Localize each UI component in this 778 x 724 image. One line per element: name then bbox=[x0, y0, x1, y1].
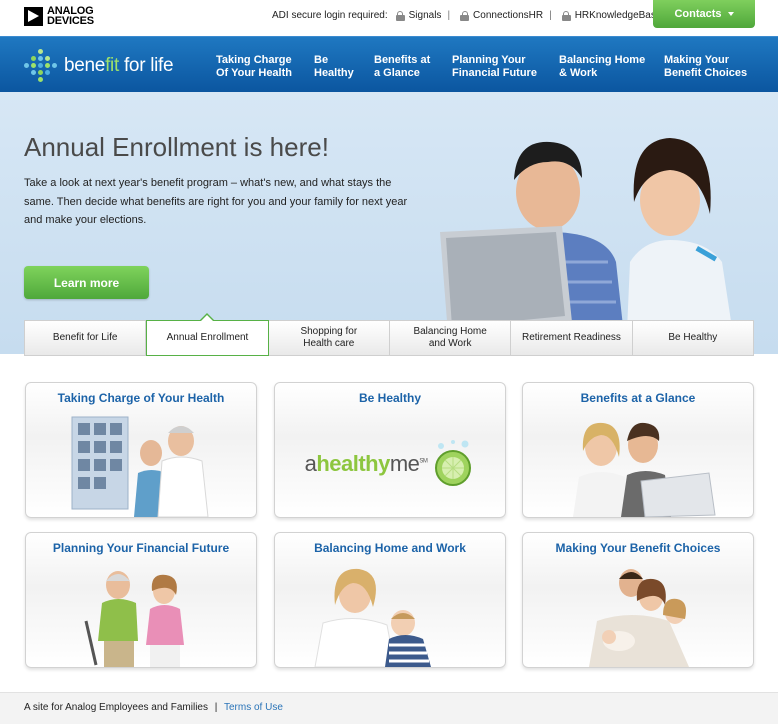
tab-label: Retirement Readiness bbox=[522, 332, 621, 343]
nav-item-line2: Benefit Choices bbox=[664, 67, 748, 79]
card-title: Making Your Benefit Choices bbox=[555, 541, 721, 555]
tab-label: Benefit for Life bbox=[52, 332, 118, 343]
secure-login-links: ADI secure login required: Signals | Con… bbox=[272, 10, 661, 21]
card-making-benefit-choices[interactable]: Making Your Benefit Choices bbox=[522, 532, 754, 668]
golf-couple-photo bbox=[84, 571, 184, 667]
tab-label-line2: Health care bbox=[303, 338, 355, 349]
nav-item-line1: Planning Your bbox=[452, 54, 526, 66]
nav-item-line2: & Work bbox=[559, 67, 598, 79]
card-title: Be Healthy bbox=[358, 391, 422, 405]
nav-item-taking-charge[interactable]: Taking Charge Of Your Health bbox=[216, 37, 314, 93]
cucumber-splash-icon bbox=[435, 440, 472, 486]
card-title: Balancing Home and Work bbox=[314, 541, 466, 555]
tab-benefit-for-life[interactable]: Benefit for Life bbox=[24, 320, 147, 356]
footer-separator: | bbox=[214, 702, 218, 713]
logo-wordmark: ANALOG DEVICES bbox=[47, 6, 94, 27]
dots-logo-icon bbox=[24, 49, 58, 83]
tab-label-line2: and Work bbox=[428, 338, 472, 349]
nav-item-line2: Financial Future bbox=[452, 67, 537, 79]
hero-description: Take a look at next year's benefit progr… bbox=[24, 177, 408, 226]
terms-of-use-link[interactable]: Terms of Use bbox=[224, 702, 283, 713]
hero-banner: Annual Enrollment is here! Take a look a… bbox=[0, 92, 778, 354]
hero-tabs: Benefit for Life Annual Enrollment Shopp… bbox=[24, 313, 754, 356]
secure-login-label: ADI secure login required: bbox=[272, 10, 388, 21]
top-utility-bar: ANALOG DEVICES ADI secure login required… bbox=[0, 0, 778, 36]
learn-more-button[interactable]: Learn more bbox=[24, 266, 149, 299]
a-healthy-me-wordmark: ahealthymeSM bbox=[305, 451, 428, 477]
nav-item-planning-financial-future[interactable]: Planning Your Financial Future bbox=[452, 37, 559, 93]
tab-retirement-readiness[interactable]: Retirement Readiness bbox=[511, 320, 633, 356]
hero-title: Annual Enrollment is here! bbox=[24, 132, 329, 162]
card-planning-financial-future[interactable]: Planning Your Financial Future bbox=[25, 532, 257, 668]
logo-healthy: healthy bbox=[316, 451, 390, 476]
lock-icon bbox=[460, 10, 470, 21]
nav-item-line2: Healthy bbox=[314, 67, 354, 79]
analog-devices-logo-icon bbox=[24, 6, 43, 26]
card-title: Planning Your Financial Future bbox=[52, 541, 230, 555]
nav-item-line1: Be bbox=[314, 54, 329, 66]
nav-item-balancing-home-work[interactable]: Balancing Home & Work bbox=[559, 37, 664, 93]
main-navigation: benefit for life Taking Charge Of Your H… bbox=[0, 36, 778, 92]
tab-label: Shopping for bbox=[300, 326, 358, 337]
contacts-button[interactable]: Contacts bbox=[653, 0, 755, 28]
tab-be-healthy[interactable]: Be Healthy bbox=[632, 320, 754, 356]
doctors-xray-photo bbox=[71, 416, 209, 517]
a-healthy-me-logo: ahealthymeSM bbox=[275, 411, 505, 517]
nav-item-line1: Making Your bbox=[664, 54, 729, 66]
brand-text-part3: for life bbox=[118, 55, 174, 76]
brand-wordmark: benefit for life bbox=[64, 55, 174, 77]
nav-item-line1: Benefits at bbox=[374, 54, 431, 66]
card-title: Benefits at a Glance bbox=[580, 391, 696, 405]
nav-item-line2: a Glance bbox=[374, 67, 420, 79]
card-taking-charge[interactable]: Taking Charge of Your Health bbox=[25, 382, 257, 518]
tab-balancing-home-and-work[interactable]: Balancing Home and Work bbox=[389, 320, 512, 356]
footer: A site for Analog Employees and Families… bbox=[0, 692, 778, 724]
nav-items: Taking Charge Of Your Health Be Healthy … bbox=[216, 37, 759, 93]
tab-label: Balancing Home bbox=[413, 326, 487, 337]
signals-link[interactable]: Signals bbox=[409, 10, 442, 21]
hrknowledgebase-link[interactable]: HRKnowledgeBase bbox=[575, 10, 662, 21]
lock-icon bbox=[395, 10, 405, 21]
family-photo bbox=[589, 569, 689, 667]
separator: | bbox=[549, 10, 552, 21]
nav-item-benefits-at-a-glance[interactable]: Benefits at a Glance bbox=[374, 37, 452, 93]
analog-devices-logo[interactable]: ANALOG DEVICES bbox=[24, 6, 94, 27]
card-balancing-home-work[interactable]: Balancing Home and Work bbox=[274, 532, 506, 668]
logo-a: a bbox=[304, 451, 317, 476]
brand-text-fit: fit bbox=[105, 55, 119, 76]
card-benefits-at-a-glance[interactable]: Benefits at a Glance bbox=[522, 382, 754, 518]
card-be-healthy[interactable]: Be Healthy ahealthymeSM bbox=[274, 382, 506, 518]
connectionshr-link[interactable]: ConnectionsHR bbox=[473, 10, 543, 21]
logo-sm: SM bbox=[419, 458, 428, 465]
couple-laptop-photo bbox=[573, 422, 716, 517]
separator: | bbox=[447, 10, 451, 21]
nav-item-making-benefit-choices[interactable]: Making Your Benefit Choices bbox=[664, 37, 759, 93]
tab-annual-enrollment[interactable]: Annual Enrollment bbox=[146, 313, 269, 356]
tab-label: Annual Enrollment bbox=[166, 332, 249, 343]
logo-line2: DEVICES bbox=[47, 15, 94, 27]
nav-item-be-healthy[interactable]: Be Healthy bbox=[314, 37, 374, 93]
lock-icon bbox=[561, 10, 571, 21]
brand-text-part1: bene bbox=[64, 55, 106, 76]
card-title: Taking Charge of Your Health bbox=[57, 391, 225, 405]
footer-text: A site for Analog Employees and Families bbox=[24, 702, 208, 713]
benefit-for-life-logo[interactable]: benefit for life bbox=[24, 49, 174, 83]
logo-me: me bbox=[389, 451, 420, 476]
tab-shopping-for-health-care[interactable]: Shopping for Health care bbox=[268, 320, 390, 356]
nav-item-line1: Taking Charge bbox=[216, 54, 292, 66]
tab-label: Be Healthy bbox=[668, 332, 718, 343]
contacts-label: Contacts bbox=[674, 8, 722, 20]
nav-item-line1: Balancing Home bbox=[559, 54, 646, 66]
mother-baby-photo bbox=[314, 568, 431, 667]
caret-down-icon bbox=[727, 12, 734, 16]
nav-item-line2: Of Your Health bbox=[216, 67, 292, 79]
